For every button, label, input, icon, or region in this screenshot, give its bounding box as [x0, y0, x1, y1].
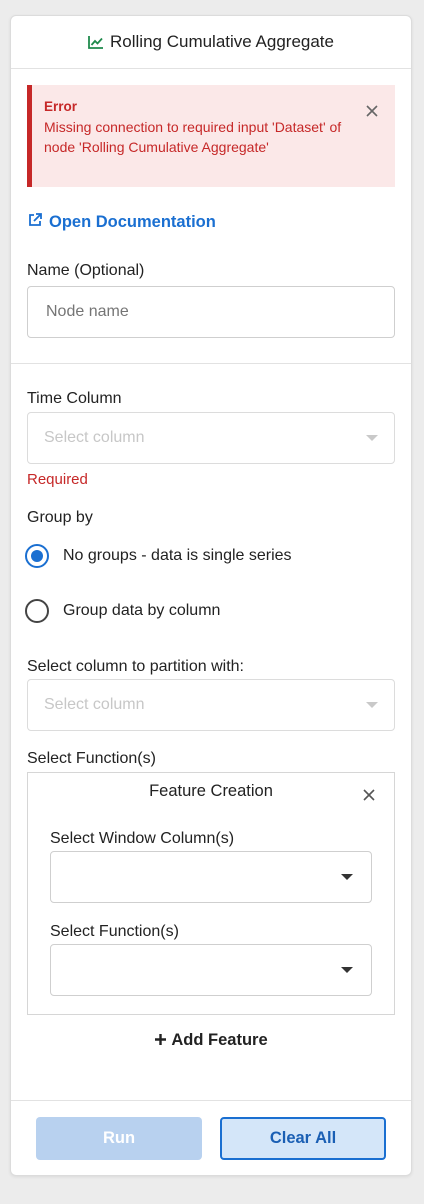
external-link-icon [27, 212, 43, 233]
close-icon[interactable] [362, 788, 376, 802]
partition-select[interactable]: Select column [27, 679, 395, 731]
required-message: Required [27, 471, 88, 488]
chevron-down-icon [341, 874, 353, 880]
error-message: Missing connection to required input 'Da… [44, 119, 342, 155]
open-documentation-label: Open Documentation [49, 213, 216, 231]
close-icon[interactable] [365, 103, 379, 117]
add-feature-button[interactable]: Add Feature [11, 1031, 411, 1050]
panel-title: Rolling Cumulative Aggregate [110, 32, 334, 51]
window-column-select[interactable] [50, 851, 372, 903]
run-button[interactable]: Run [36, 1117, 202, 1160]
line-chart-icon [88, 35, 104, 49]
chevron-down-icon [366, 702, 378, 708]
partition-label: Select column to partition with: [27, 658, 244, 675]
radio-no-groups[interactable]: No groups - data is single series [25, 544, 292, 568]
chevron-down-icon [366, 435, 378, 441]
node-config-panel: Rolling Cumulative Aggregate Error Missi… [10, 15, 412, 1176]
panel-header: Rolling Cumulative Aggregate [11, 16, 411, 69]
functions-label: Select Function(s) [27, 750, 156, 767]
partition-placeholder: Select column [44, 696, 145, 713]
error-banner: Error Missing connection to required inp… [27, 85, 395, 187]
radio-unselected-icon[interactable] [25, 599, 49, 623]
error-title: Error [44, 99, 78, 114]
radio-selected-icon[interactable] [25, 544, 49, 568]
time-column-placeholder: Select column [44, 429, 145, 446]
chevron-down-icon [341, 967, 353, 973]
time-column-select[interactable]: Select column [27, 412, 395, 464]
time-column-label: Time Column [27, 390, 122, 407]
window-column-label: Select Window Column(s) [50, 830, 235, 847]
function-select[interactable] [50, 944, 372, 996]
node-name-input[interactable] [27, 286, 395, 338]
function-select-label: Select Function(s) [50, 923, 179, 940]
section-divider [11, 363, 411, 364]
add-feature-label: Add Feature [171, 1031, 268, 1049]
name-label: Name (Optional) [27, 262, 145, 279]
footer-divider [11, 1100, 411, 1101]
feature-title: Feature Creation [149, 782, 273, 800]
feature-creation-card: Feature Creation Select Window Column(s)… [27, 772, 395, 1015]
clear-all-button[interactable]: Clear All [220, 1117, 386, 1160]
plus-icon [154, 1031, 171, 1049]
radio-group-by-column-label: Group data by column [63, 602, 221, 619]
group-by-label: Group by [27, 509, 93, 526]
radio-group-by-column[interactable]: Group data by column [25, 599, 220, 623]
open-documentation-link[interactable]: Open Documentation [27, 212, 216, 233]
radio-no-groups-label: No groups - data is single series [63, 547, 292, 564]
